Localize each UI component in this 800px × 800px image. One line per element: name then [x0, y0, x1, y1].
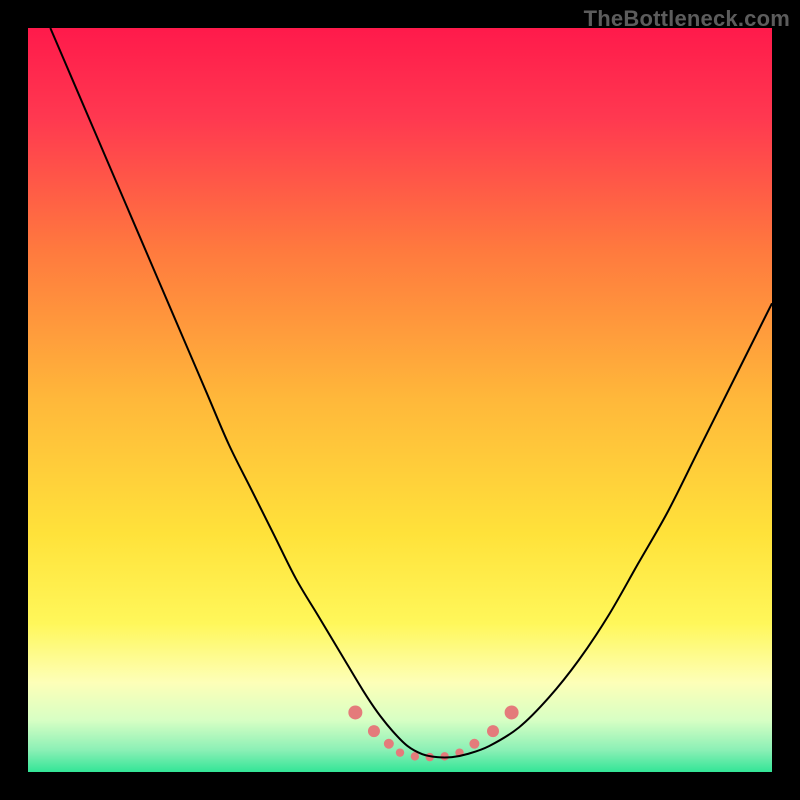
curve-layer	[28, 28, 772, 772]
bead	[469, 739, 479, 749]
plot-area	[28, 28, 772, 772]
bead	[384, 739, 394, 749]
bead	[505, 705, 519, 719]
bead	[440, 752, 448, 760]
bead	[348, 705, 362, 719]
bottom-beads	[348, 705, 518, 761]
bead	[487, 725, 499, 737]
bead	[411, 752, 419, 760]
watermark-text: TheBottleneck.com	[584, 6, 790, 32]
chart-frame: TheBottleneck.com	[0, 0, 800, 800]
bead	[396, 748, 404, 756]
bottleneck-curve	[50, 28, 772, 757]
bead	[368, 725, 380, 737]
